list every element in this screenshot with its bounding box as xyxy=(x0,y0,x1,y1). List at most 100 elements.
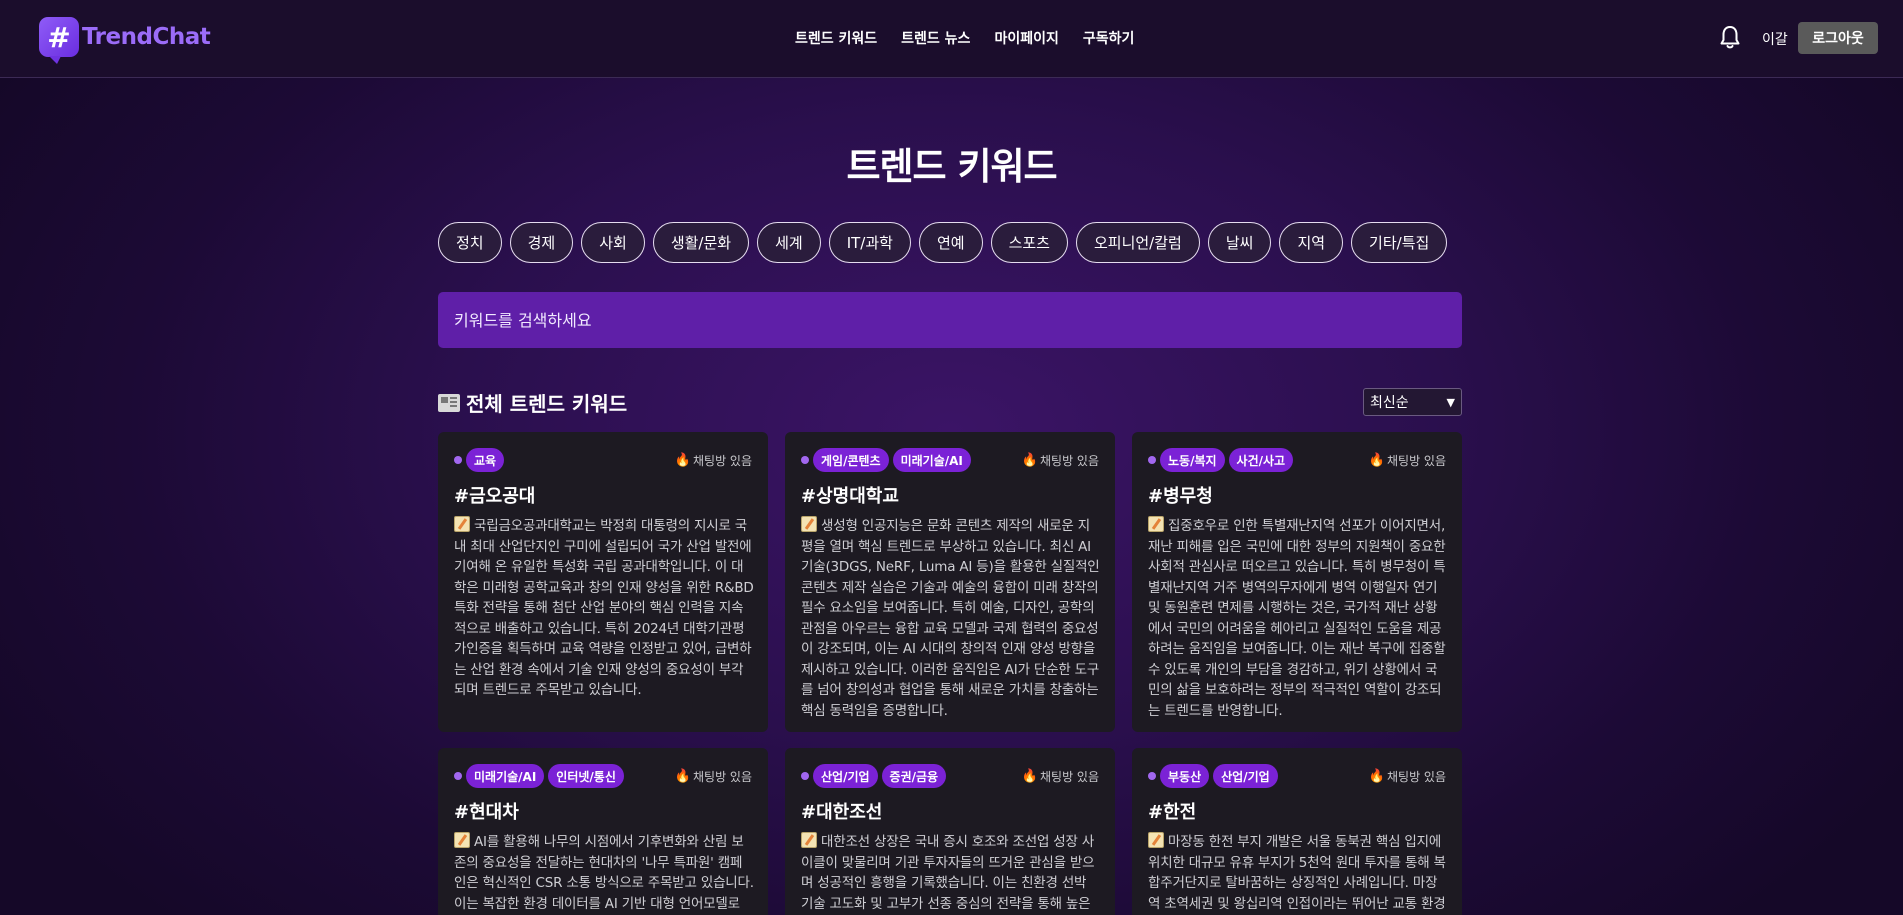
chat-room-label: 채팅방 있음 xyxy=(1039,453,1099,468)
card-header: 미래기술/AI 인터넷/통신 🔥 채팅방 있음 xyxy=(454,764,752,788)
keyword-card[interactable]: 게임/콘텐츠 미래기술/AI 🔥 채팅방 있음 #상명대학교 생성형 인공지능은 … xyxy=(785,432,1115,732)
category-sports[interactable]: 스포츠 xyxy=(990,222,1068,263)
card-title: #한전 xyxy=(1148,802,1197,823)
category-tag[interactable]: 게임/콘텐츠 xyxy=(813,448,889,472)
logout-button[interactable]: 로그아웃 xyxy=(1798,22,1878,54)
card-header: 노동/복지 사건/사고 🔥 채팅방 있음 xyxy=(1148,448,1446,472)
card-summary-text: 마장동 한전 부지 개발은 서울 동북권 핵심 입지에 위치한 대규모 유휴 부… xyxy=(1148,834,1446,912)
card-summary: 생성형 인공지능은 문화 콘텐츠 제작의 새로운 지평을 열며 핵심 트렌드로 … xyxy=(801,516,1101,721)
category-world[interactable]: 세계 xyxy=(757,222,821,263)
status-dot xyxy=(801,772,809,780)
memo-icon xyxy=(801,832,817,848)
category-tag[interactable]: 미래기술/AI xyxy=(466,764,545,788)
category-entertainment[interactable]: 연예 xyxy=(918,222,983,263)
logo-text: TrendChat xyxy=(82,24,211,50)
status-dot xyxy=(1148,456,1156,464)
category-opinion[interactable]: 오피니언/칼럼 xyxy=(1075,222,1200,263)
sort-select[interactable]: 최신순 ▼ xyxy=(1363,388,1462,416)
chat-room-indicator[interactable]: 🔥 채팅방 있음 xyxy=(675,452,752,469)
card-header: 산업/기업 증권/금융 🔥 채팅방 있음 xyxy=(801,764,1099,788)
category-region[interactable]: 지역 xyxy=(1279,222,1344,263)
card-summary-text: 대한조선 상장은 국내 증시 호조와 조선업 성장 사이클이 맞물리며 기관 투… xyxy=(801,834,1095,912)
user-name: 이갈 xyxy=(1762,32,1788,48)
page-title: 트렌드 키워드 xyxy=(846,145,1057,188)
chat-room-indicator[interactable]: 🔥 채팅방 있음 xyxy=(675,768,752,785)
top-navigation-bar: # TrendChat 트렌드 키워드 트렌드 뉴스 마이페이지 구독하기 이갈… xyxy=(0,0,1903,78)
memo-icon xyxy=(801,516,817,532)
card-summary-text: 생성형 인공지능은 문화 콘텐츠 제작의 새로운 지평을 열며 핵심 트렌드로 … xyxy=(801,518,1100,719)
category-tag[interactable]: 증권/금융 xyxy=(881,764,947,788)
fire-icon: 🔥 xyxy=(674,768,691,784)
category-tag[interactable]: 노동/복지 xyxy=(1160,448,1225,472)
card-summary: 국립금오공과대학교는 박정희 대통령의 지시로 국내 최대 산업단지인 구미에 … xyxy=(454,516,754,701)
category-tag[interactable]: 미래기술/AI xyxy=(892,448,971,472)
logo[interactable]: # TrendChat xyxy=(39,17,211,64)
card-summary-text: AI를 활용해 나무의 시점에서 기후변화와 산림 보존의 중요성을 전달하는 … xyxy=(454,834,754,912)
section-title-text: 전체 트렌드 키워드 xyxy=(466,392,628,416)
chat-room-label: 채팅방 있음 xyxy=(1386,769,1446,784)
card-title: #대한조선 xyxy=(801,802,883,823)
category-filter: 정치 경제 사회 생활/문화 세계 IT/과학 연예 스포츠 오피니언/칼럼 날… xyxy=(438,222,1448,263)
card-title: #상명대학교 xyxy=(801,486,899,507)
hash-logo-icon: # xyxy=(39,17,79,64)
category-economy[interactable]: 경제 xyxy=(509,222,574,263)
category-other[interactable]: 기타/특집 xyxy=(1351,222,1448,263)
category-weather[interactable]: 날씨 xyxy=(1207,222,1272,263)
card-summary-text: 집중호우로 인한 특별재난지역 선포가 이어지면서, 재난 피해를 입은 국민에… xyxy=(1148,518,1446,719)
chat-room-indicator[interactable]: 🔥 채팅방 있음 xyxy=(1369,452,1446,469)
chat-room-indicator[interactable]: 🔥 채팅방 있음 xyxy=(1369,768,1446,785)
category-life-culture[interactable]: 생활/문화 xyxy=(652,222,750,263)
fire-icon: 🔥 xyxy=(1021,452,1038,468)
chat-room-label: 채팅방 있음 xyxy=(1039,769,1099,784)
nav-trend-keywords[interactable]: 트렌드 키워드 xyxy=(795,28,877,48)
fire-icon: 🔥 xyxy=(674,452,691,468)
category-politics[interactable]: 정치 xyxy=(438,222,502,263)
category-society[interactable]: 사회 xyxy=(581,222,645,263)
card-summary-text: 국립금오공과대학교는 박정희 대통령의 지시로 국내 최대 산업단지인 구미에 … xyxy=(454,518,754,698)
category-tag[interactable]: 사건/사고 xyxy=(1228,448,1294,472)
card-summary: AI를 활용해 나무의 시점에서 기후변화와 산림 보존의 중요성을 전달하는 … xyxy=(454,832,754,915)
nav-trend-news[interactable]: 트렌드 뉴스 xyxy=(901,28,970,48)
card-title: #금오공대 xyxy=(454,486,536,507)
fire-icon: 🔥 xyxy=(1021,768,1038,784)
memo-icon xyxy=(454,832,470,848)
fire-icon: 🔥 xyxy=(1368,768,1385,784)
keyword-card[interactable]: 부동산 산업/기업 🔥 채팅방 있음 #한전 마장동 한전 부지 개발은 서울 동… xyxy=(1132,748,1462,915)
category-tag[interactable]: 교육 xyxy=(466,448,505,472)
memo-icon xyxy=(1148,832,1164,848)
keyword-card[interactable]: 미래기술/AI 인터넷/통신 🔥 채팅방 있음 #현대차 AI를 활용해 나무의 … xyxy=(438,748,768,915)
memo-icon xyxy=(1148,516,1164,532)
main-nav: 트렌드 키워드 트렌드 뉴스 마이페이지 구독하기 xyxy=(795,28,1134,48)
status-dot xyxy=(454,772,462,780)
card-title: #병무청 xyxy=(1148,486,1213,507)
chat-room-indicator[interactable]: 🔥 채팅방 있음 xyxy=(1022,768,1099,785)
card-summary: 마장동 한전 부지 개발은 서울 동북권 핵심 입지에 위치한 대규모 유휴 부… xyxy=(1148,832,1448,915)
chat-room-label: 채팅방 있음 xyxy=(692,769,752,784)
status-dot xyxy=(801,456,809,464)
chat-room-label: 채팅방 있음 xyxy=(692,453,752,468)
memo-icon xyxy=(454,516,470,532)
category-tag[interactable]: 산업/기업 xyxy=(1213,764,1278,788)
card-summary: 집중호우로 인한 특별재난지역 선포가 이어지면서, 재난 피해를 입은 국민에… xyxy=(1148,516,1448,721)
keyword-card[interactable]: 교육 🔥 채팅방 있음 #금오공대 국립금오공과대학교는 박정희 대통령의 지시로… xyxy=(438,432,768,732)
keyword-search-input[interactable] xyxy=(438,292,1462,348)
status-dot xyxy=(1148,772,1156,780)
category-tag[interactable]: 인터넷/통신 xyxy=(548,764,624,788)
card-summary: 대한조선 상장은 국내 증시 호조와 조선업 성장 사이클이 맞물리며 기관 투… xyxy=(801,832,1101,915)
keyword-card[interactable]: 산업/기업 증권/금융 🔥 채팅방 있음 #대한조선 대한조선 상장은 국내 증시… xyxy=(785,748,1115,915)
category-tag[interactable]: 산업/기업 xyxy=(813,764,878,788)
nav-my-page[interactable]: 마이페이지 xyxy=(994,28,1058,48)
category-tag[interactable]: 부동산 xyxy=(1160,764,1210,788)
sort-selected-value: 최신순 xyxy=(1370,395,1409,411)
status-dot xyxy=(454,456,462,464)
keyword-card[interactable]: 노동/복지 사건/사고 🔥 채팅방 있음 #병무청 집중호우로 인한 특별재난지역… xyxy=(1132,432,1462,732)
fire-icon: 🔥 xyxy=(1368,452,1385,468)
nav-subscribe[interactable]: 구독하기 xyxy=(1083,28,1135,48)
bell-icon[interactable] xyxy=(1718,25,1742,51)
card-header: 교육 🔥 채팅방 있음 xyxy=(454,448,752,472)
card-header: 부동산 산업/기업 🔥 채팅방 있음 xyxy=(1148,764,1446,788)
card-title: #현대차 xyxy=(454,802,519,823)
chat-room-indicator[interactable]: 🔥 채팅방 있음 xyxy=(1022,452,1099,469)
category-it-science[interactable]: IT/과학 xyxy=(828,222,911,263)
chat-room-label: 채팅방 있음 xyxy=(1386,453,1446,468)
